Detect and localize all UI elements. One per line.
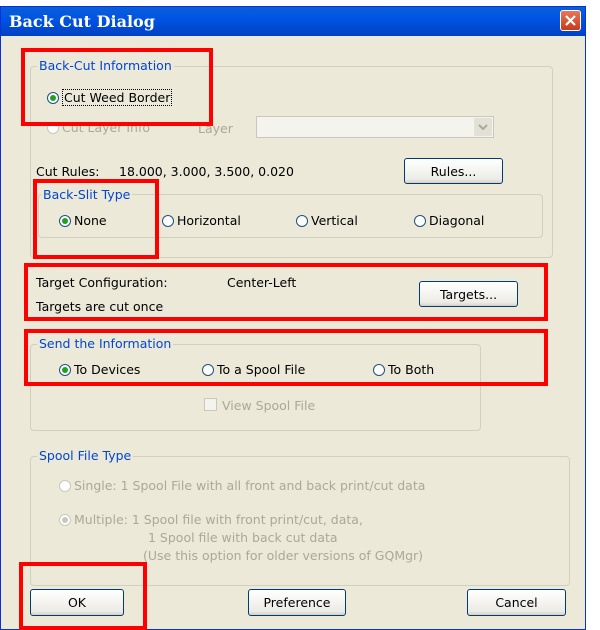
back-slit-horizontal-radio[interactable]: Horizontal (162, 213, 241, 228)
radio-indicator (59, 363, 71, 376)
rules-button-label: Rules... (430, 163, 477, 179)
back-slit-none-radio[interactable]: None (59, 213, 107, 228)
back-slit-option-label: Vertical (311, 213, 358, 228)
spool-multiple-label: Multiple: 1 Spool file with front print/… (74, 512, 363, 527)
send-info-legend: Send the Information (37, 336, 174, 351)
targets-button[interactable]: Targets... (419, 281, 518, 307)
radio-indicator (373, 363, 385, 376)
send-option-label: To Devices (74, 362, 141, 377)
radio-indicator (162, 214, 174, 227)
cut-layer-info-label: Cut Layer Info (62, 120, 151, 135)
radio-indicator (414, 214, 426, 227)
radio-indicator (47, 121, 59, 134)
to-devices-radio[interactable]: To Devices (59, 362, 140, 377)
rules-button[interactable]: Rules... (404, 158, 503, 184)
cut-weed-border-radio[interactable]: Cut Weed Border (47, 89, 173, 106)
spool-single-radio[interactable]: Single: 1 Spool File with all front and … (59, 478, 425, 493)
title-bar[interactable]: Back Cut Dialog (1, 7, 585, 36)
back-slit-legend: Back-Slit Type (41, 187, 133, 202)
layer-label: Layer (198, 121, 233, 136)
send-option-label: To a Spool File (217, 362, 306, 377)
preference-button-label: Preference (263, 595, 331, 610)
back-cut-dialog: Back Cut Dialog Back-Cut Information Cut… (0, 6, 586, 630)
window-title: Back Cut Dialog (9, 12, 155, 31)
radio-indicator (59, 513, 71, 526)
radio-indicator (202, 363, 214, 376)
targets-cut-note: Targets are cut once (36, 299, 164, 314)
close-icon (565, 15, 576, 26)
back-slit-option-label: Diagonal (429, 213, 485, 228)
cut-layer-info-radio[interactable]: Cut Layer Info (47, 120, 150, 135)
spool-multiple-radio[interactable]: Multiple: 1 Spool file with front print/… (59, 512, 363, 527)
radio-indicator (59, 214, 71, 227)
back-slit-vertical-radio[interactable]: Vertical (296, 213, 358, 228)
back-slit-option-label: Horizontal (177, 213, 241, 228)
close-button[interactable] (560, 10, 581, 31)
spool-single-label: Single: 1 Spool File with all front and … (74, 478, 426, 493)
send-option-label: To Both (388, 362, 435, 377)
cut-rules-values: 18.000, 3.000, 3.500, 0.020 (119, 164, 294, 179)
cut-weed-border-label: Cut Weed Border (62, 89, 173, 106)
spool-multiple-line3: (Use this option for older versions of G… (143, 548, 424, 563)
cancel-button[interactable]: Cancel (467, 589, 566, 616)
back-slit-diagonal-radio[interactable]: Diagonal (414, 213, 484, 228)
spool-type-legend: Spool File Type (37, 448, 134, 463)
target-config-label: Target Configuration: (36, 275, 168, 290)
preference-button[interactable]: Preference (248, 589, 346, 616)
back-slit-option-label: None (74, 213, 107, 228)
target-config-value: Center-Left (227, 275, 297, 290)
cancel-button-label: Cancel (495, 595, 538, 610)
spool-multiple-line2: 1 Spool file with back cut data (148, 530, 338, 545)
radio-indicator (59, 479, 71, 492)
ok-button-label: OK (67, 595, 87, 610)
to-spool-file-radio[interactable]: To a Spool File (202, 362, 305, 377)
radio-indicator (47, 91, 59, 104)
view-spool-label: View Spool File (222, 398, 316, 413)
radio-indicator (296, 214, 308, 227)
targets-button-label: Targets... (439, 286, 498, 302)
layer-select[interactable] (256, 116, 494, 138)
ok-button[interactable]: OK (30, 589, 124, 616)
dropdown-arrow (474, 118, 492, 136)
cut-rules-label: Cut Rules: (36, 164, 100, 179)
chevron-down-icon (478, 124, 488, 131)
view-spool-checkbox[interactable] (204, 398, 217, 411)
send-info-group (30, 344, 481, 431)
back-cut-info-legend: Back-Cut Information (37, 58, 174, 73)
to-both-radio[interactable]: To Both (373, 362, 434, 377)
